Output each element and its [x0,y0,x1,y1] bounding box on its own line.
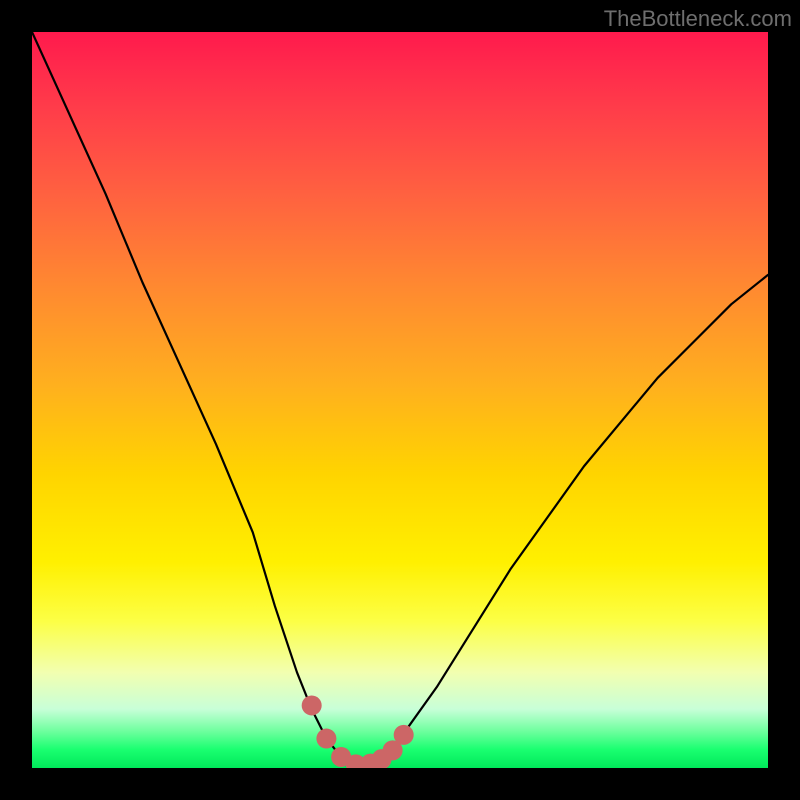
bottleneck-curve-line [32,32,768,764]
chart-plot-area [32,32,768,768]
curve-markers [302,695,414,768]
curve-marker [394,725,414,745]
bottleneck-curve-svg [32,32,768,768]
curve-marker [316,729,336,749]
watermark-text: TheBottleneck.com [604,6,792,32]
curve-marker [302,695,322,715]
